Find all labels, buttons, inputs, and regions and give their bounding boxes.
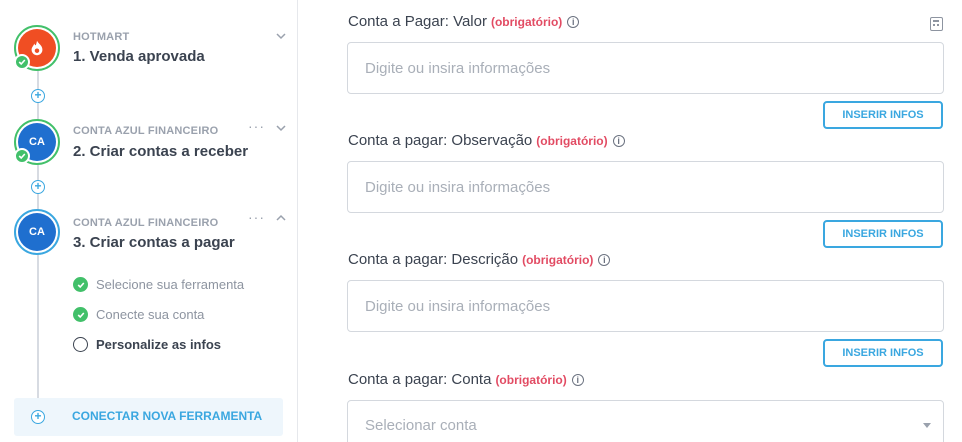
add-step-plus-icon[interactable]: + — [31, 89, 45, 103]
step-3-title[interactable]: 3. Criar contas a pagar — [73, 234, 235, 251]
chevron-down-icon[interactable] — [275, 30, 287, 42]
substep-label: Conecte sua conta — [96, 307, 205, 322]
more-options-icon[interactable]: ··· — [248, 209, 265, 225]
valor-input[interactable]: Digite ou insira informações — [347, 42, 944, 94]
step-2-title[interactable]: 2. Criar contas a receber — [73, 143, 248, 160]
info-icon[interactable]: i — [567, 15, 580, 28]
observacao-input[interactable]: Digite ou insira informações — [347, 161, 944, 213]
calculator-icon[interactable] — [930, 17, 943, 31]
substep-label: Selecione sua ferramenta — [96, 277, 245, 292]
more-options-icon[interactable]: ··· — [248, 118, 265, 134]
required-tag: (obrigatório) — [522, 252, 594, 267]
info-icon[interactable]: i — [612, 134, 625, 147]
label-text: Conta a pagar: Observação — [348, 132, 533, 149]
contaazul-logo-icon: CA — [18, 213, 56, 251]
field-label-observacao: Conta a pagar: Observação (obrigatório) … — [348, 132, 625, 149]
step-3-app-name: CONTA AZUL FINANCEIRO — [73, 217, 219, 229]
info-icon[interactable]: i — [598, 253, 611, 266]
label-text: Conta a pagar: Descrição — [348, 251, 519, 268]
step-1-node[interactable] — [14, 25, 60, 71]
conta-select[interactable]: Selecionar conta — [347, 400, 944, 442]
field-label-conta: Conta a pagar: Conta (obrigatório) i — [348, 371, 584, 388]
label-text: Conta a Pagar: Valor — [348, 13, 487, 30]
insert-info-button[interactable]: INSERIR INFOS — [823, 339, 943, 367]
plus-icon: + — [31, 410, 45, 424]
substep-connect-account[interactable]: Conecte sua conta — [73, 307, 204, 322]
empty-circle-icon — [73, 337, 88, 352]
field-label-descricao: Conta a pagar: Descrição (obrigatório) i — [348, 251, 611, 268]
required-tag: (obrigatório) — [536, 133, 608, 148]
step-complete-check-icon — [14, 54, 30, 70]
caret-down-icon — [923, 423, 931, 428]
check-circle-icon — [73, 307, 88, 322]
chevron-down-icon[interactable] — [275, 122, 287, 134]
add-step-plus-icon[interactable]: + — [31, 180, 45, 194]
descricao-input[interactable]: Digite ou insira informações — [347, 280, 944, 332]
substep-select-tool[interactable]: Selecione sua ferramenta — [73, 277, 244, 292]
steps-sidebar: HOTMART 1. Venda aprovada + CA CONTA AZU… — [0, 0, 298, 442]
check-circle-icon — [73, 277, 88, 292]
step-complete-check-icon — [14, 148, 30, 164]
step-1-app-name: HOTMART — [73, 31, 130, 43]
connect-new-tool-button[interactable]: + CONECTAR NOVA FERRAMENTA — [14, 398, 283, 436]
step-2-node[interactable]: CA — [14, 119, 60, 165]
select-placeholder: Selecionar conta — [365, 417, 477, 434]
step-3-node[interactable]: CA — [14, 209, 60, 255]
step-2-app-name: CONTA AZUL FINANCEIRO — [73, 125, 219, 137]
required-tag: (obrigatório) — [490, 14, 563, 29]
insert-info-button[interactable]: INSERIR INFOS — [823, 101, 943, 129]
chevron-up-icon[interactable] — [275, 212, 287, 224]
connect-new-tool-label: CONECTAR NOVA FERRAMENTA — [72, 409, 263, 423]
label-text: Conta a pagar: Conta — [348, 371, 492, 388]
substep-customize-info[interactable]: Personalize as infos — [73, 337, 221, 352]
insert-info-button[interactable]: INSERIR INFOS — [823, 220, 943, 248]
info-icon[interactable]: i — [571, 373, 584, 386]
field-label-valor: Conta a Pagar: Valor (obrigatório) i — [348, 13, 580, 30]
step-1-title[interactable]: 1. Venda aprovada — [73, 48, 205, 65]
required-tag: (obrigatório) — [495, 372, 567, 387]
substep-label: Personalize as infos — [96, 337, 221, 352]
